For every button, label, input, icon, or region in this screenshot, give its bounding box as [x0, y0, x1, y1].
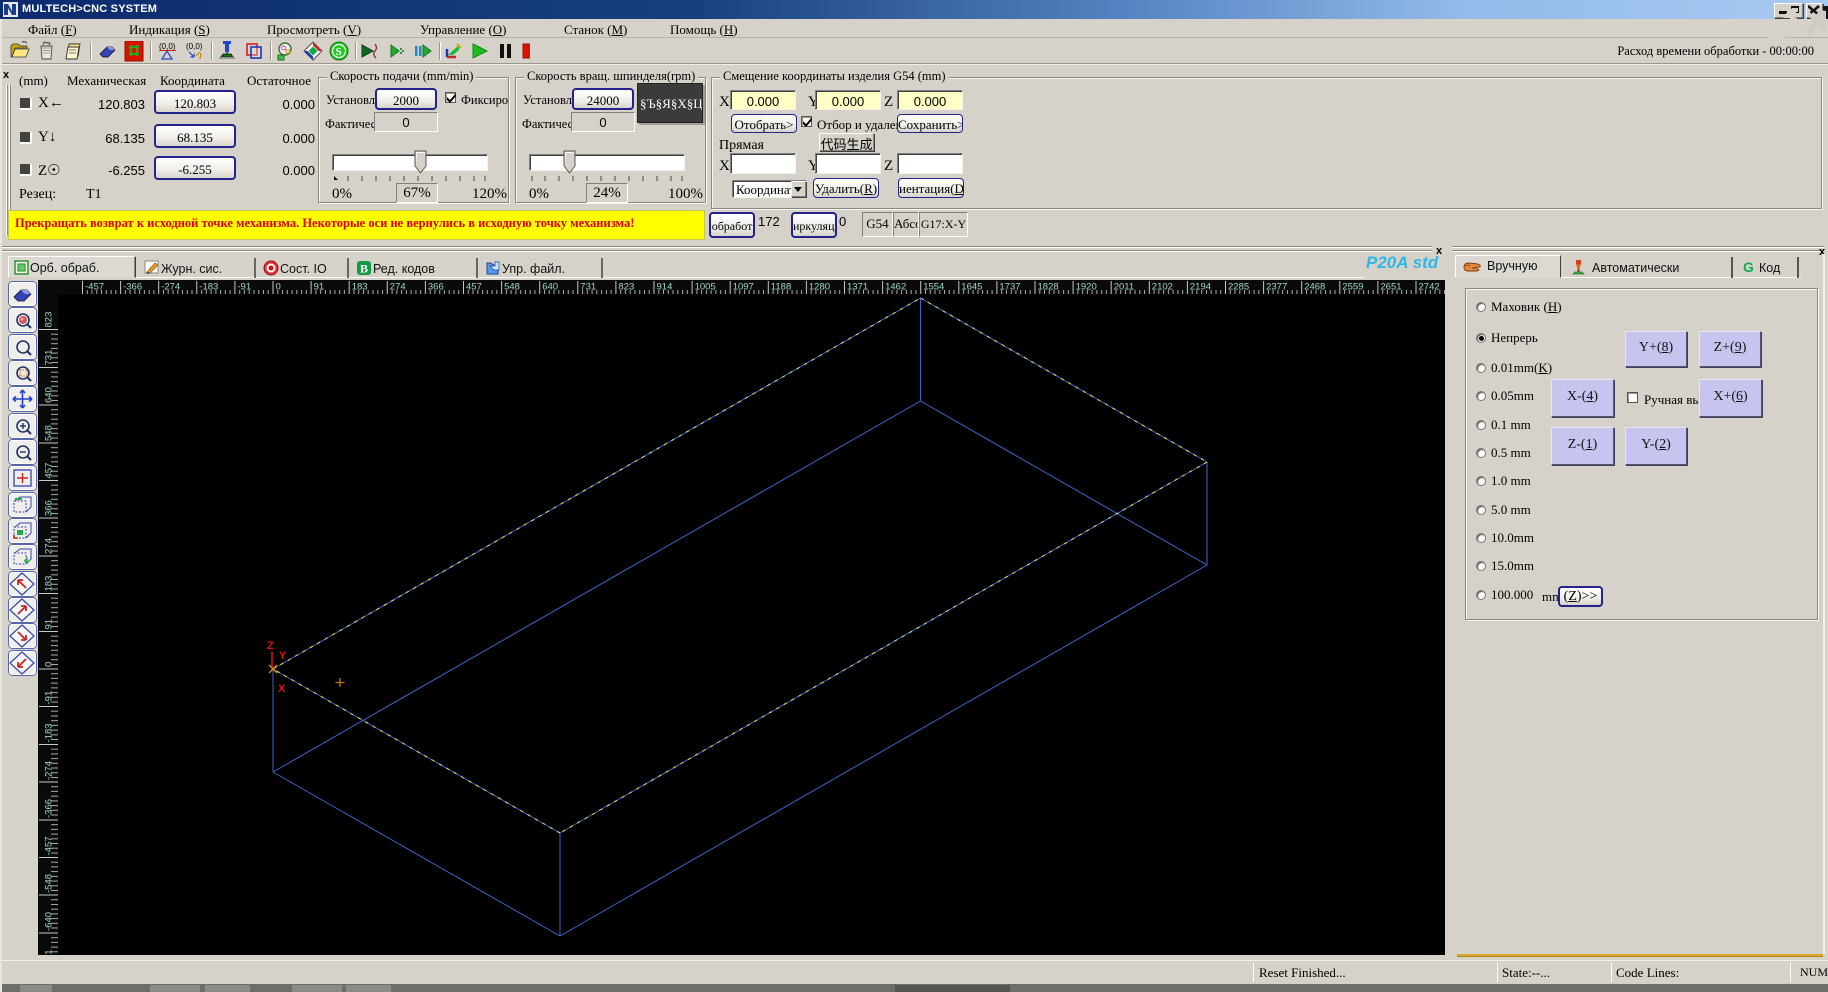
- svg-text:274: 274: [44, 538, 55, 554]
- svg-text:1554: 1554: [923, 282, 944, 293]
- svg-text:366: 366: [44, 500, 55, 516]
- svg-text:-457: -457: [44, 836, 55, 855]
- svg-text:Z: Z: [267, 640, 274, 652]
- svg-text:-731: -731: [44, 949, 55, 955]
- svg-text:2742: 2742: [1419, 282, 1440, 293]
- svg-text:S: S: [336, 46, 342, 58]
- svg-text:1188: 1188: [771, 282, 791, 293]
- svg-text:1645: 1645: [961, 282, 982, 293]
- svg-text:2468: 2468: [1304, 282, 1325, 293]
- svg-text:2377: 2377: [1266, 282, 1287, 293]
- svg-text:2651: 2651: [1380, 282, 1401, 293]
- svg-text:548: 548: [44, 425, 55, 441]
- svg-text:-548: -548: [44, 874, 55, 893]
- svg-text:(0,0): (0,0): [159, 42, 176, 51]
- svg-text:0: 0: [44, 662, 55, 667]
- svg-text:1371: 1371: [847, 282, 868, 293]
- svg-text:1828: 1828: [1038, 282, 1059, 293]
- svg-text:2011: 2011: [1114, 282, 1134, 293]
- svg-text:1462: 1462: [885, 282, 906, 293]
- svg-text:823: 823: [44, 312, 55, 328]
- svg-text:2194: 2194: [1190, 282, 1211, 293]
- svg-text:640: 640: [44, 387, 55, 403]
- svg-text:-274: -274: [44, 761, 55, 780]
- svg-text:1737: 1737: [999, 282, 1020, 293]
- svg-text:91: 91: [314, 282, 325, 293]
- svg-text:2559: 2559: [1342, 282, 1363, 293]
- svg-text:(0,0): (0,0): [186, 42, 203, 51]
- svg-text:457: 457: [44, 463, 55, 479]
- svg-text:1920: 1920: [1076, 282, 1097, 293]
- svg-text:1280: 1280: [809, 282, 830, 293]
- svg-text:731: 731: [44, 350, 55, 366]
- svg-text:Y: Y: [279, 650, 287, 662]
- svg-text:1097: 1097: [733, 282, 754, 293]
- svg-text:-91: -91: [44, 691, 55, 705]
- svg-text:-366: -366: [44, 799, 55, 818]
- svg-text:-640: -640: [44, 912, 55, 931]
- svg-text:2285: 2285: [1228, 282, 1249, 293]
- svg-text:183: 183: [44, 576, 55, 592]
- svg-text:X: X: [278, 683, 286, 695]
- svg-text:B: B: [360, 262, 368, 276]
- svg-text:-183: -183: [44, 723, 55, 742]
- svg-text:1005: 1005: [695, 282, 716, 293]
- svg-text:2102: 2102: [1152, 282, 1173, 293]
- svg-text:91: 91: [44, 619, 55, 630]
